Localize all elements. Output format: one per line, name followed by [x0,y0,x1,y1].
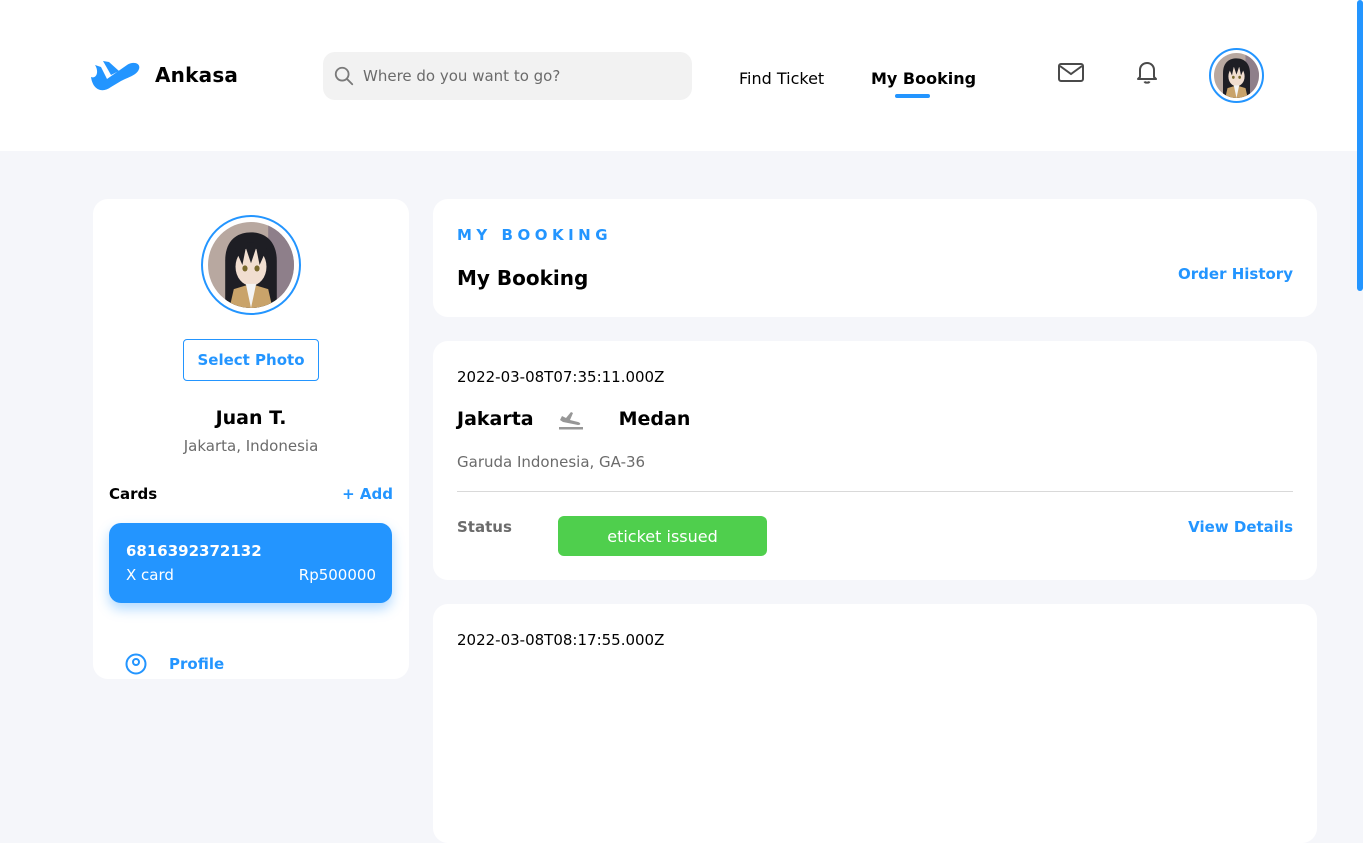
sidebar-item-profile[interactable]: Profile [125,653,224,675]
top-navbar: Ankasa Find Ticket My Booking [0,0,1363,151]
payment-card[interactable]: 6816392372132 X card Rp500000 [109,523,392,603]
divider [457,491,1293,492]
search-icon [334,66,354,86]
page-title: My Booking [457,266,589,290]
select-photo-button[interactable]: Select Photo [183,339,319,381]
profile-avatar [201,215,301,315]
profile-sidebar: Select Photo Juan T. Jakarta, Indonesia … [93,199,409,679]
booking-card: 2022-03-08T08:17:55.000Z [433,604,1317,843]
nav-find-ticket[interactable]: Find Ticket [739,69,824,88]
card-type: X card [126,566,174,584]
user-avatar-image [1214,53,1259,98]
page-scrollbar[interactable] [1357,0,1363,291]
header-avatar[interactable] [1209,48,1264,103]
user-name: Juan T. [215,407,287,429]
nav-my-booking[interactable]: My Booking [871,69,976,88]
section-eyebrow: MY BOOKING [457,226,613,244]
order-history-link[interactable]: Order History [1178,265,1293,283]
booking-date: 2022-03-08T07:35:11.000Z [457,368,665,386]
booking-card: 2022-03-08T07:35:11.000Z Jakarta Medan G… [433,341,1317,580]
card-number: 6816392372132 [126,542,262,560]
booking-header-card: MY BOOKING My Booking Order History [433,199,1317,317]
view-details-link[interactable]: View Details [1188,518,1293,536]
airline-flight: Garuda Indonesia, GA-36 [457,453,646,471]
booking-route: Jakarta Medan [457,408,690,430]
add-card-link[interactable]: + Add [342,485,393,503]
search-input[interactable] [363,67,663,85]
user-avatar-image [208,222,294,308]
status-badge: eticket issued [558,516,767,556]
search-bar[interactable] [323,52,692,100]
booking-date: 2022-03-08T08:17:55.000Z [457,631,665,649]
sidebar-item-label: Profile [169,655,225,673]
cards-heading: Cards [109,485,158,503]
brand-name: Ankasa [155,63,239,87]
card-balance: Rp500000 [298,566,376,584]
bell-icon[interactable] [1133,58,1161,86]
user-location: Jakarta, Indonesia [183,437,319,455]
plane-logo-icon [91,61,140,91]
active-nav-indicator [895,94,930,98]
mail-icon[interactable] [1057,58,1085,86]
status-label: Status [457,518,512,536]
destination-city: Medan [618,408,691,430]
brand-logo[interactable]: Ankasa [89,57,238,93]
origin-city: Jakarta [457,408,534,430]
user-circle-icon [125,653,147,675]
plane-departure-icon [558,412,583,430]
